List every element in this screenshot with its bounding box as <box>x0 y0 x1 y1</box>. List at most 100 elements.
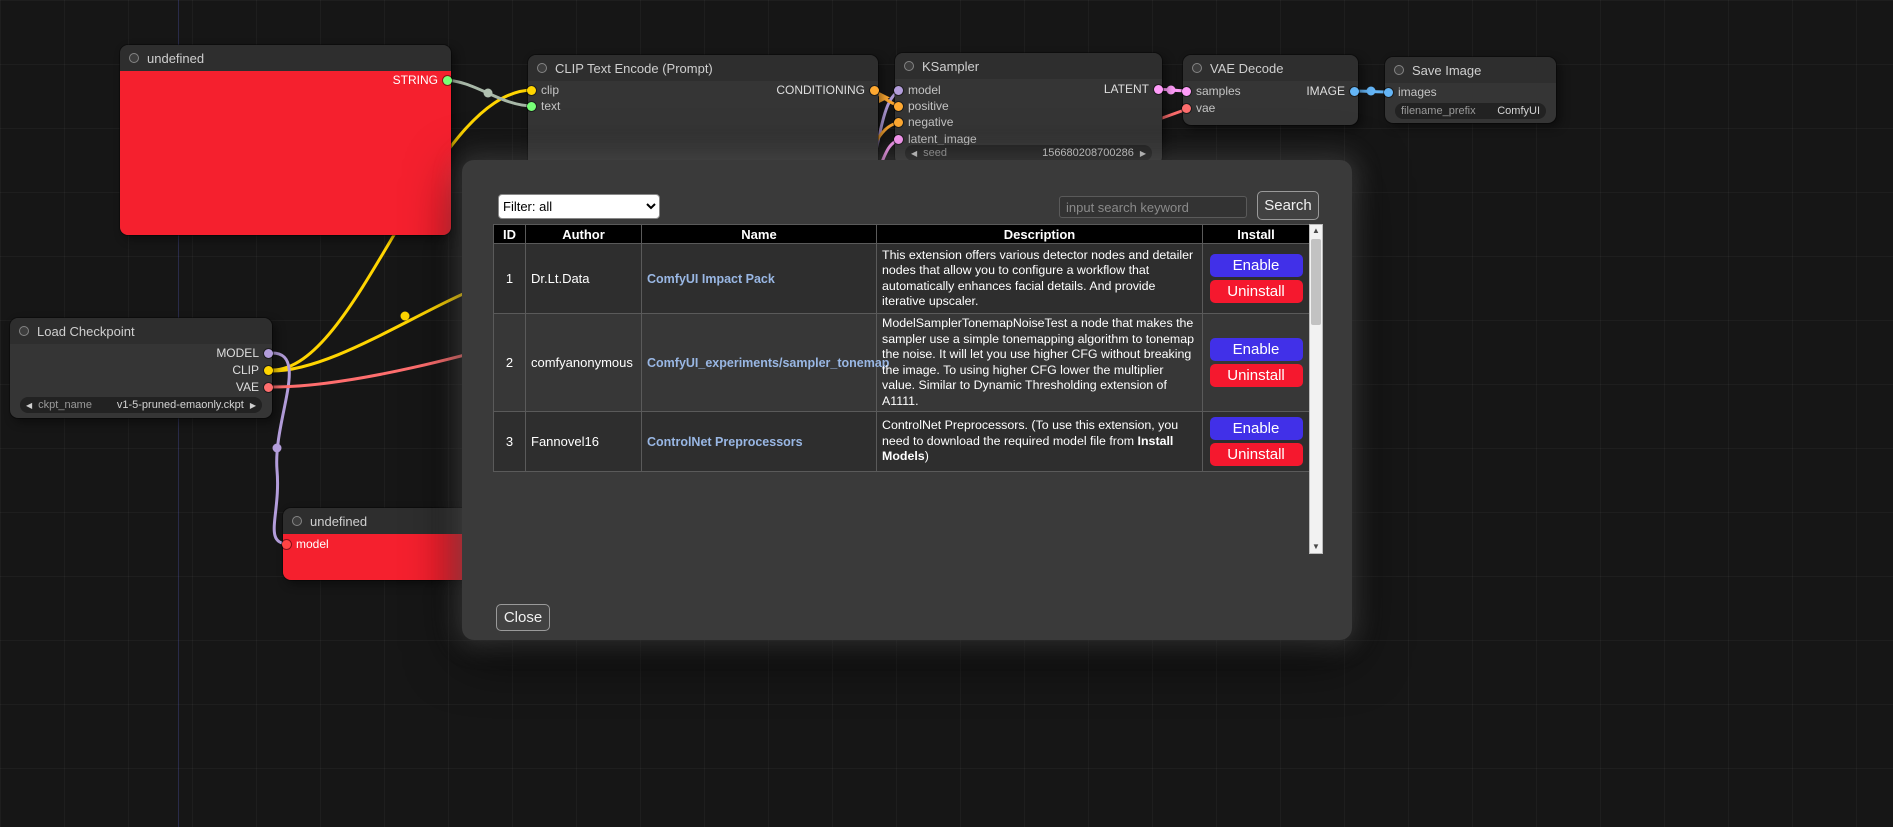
link-dot <box>1367 87 1376 96</box>
output-slot-string[interactable] <box>443 76 452 85</box>
output-label-vae: VAE <box>236 380 259 394</box>
header-description: Description <box>877 225 1203 244</box>
increment-arrow-icon[interactable]: ▶ <box>250 401 256 410</box>
cell-id: 1 <box>494 244 526 314</box>
input-slot-negative[interactable] <box>894 118 903 127</box>
input-slot-positive[interactable] <box>894 102 903 111</box>
node-collapse-dot[interactable] <box>1394 65 1404 75</box>
input-slot-clip[interactable] <box>527 86 536 95</box>
input-slot-images[interactable] <box>1384 88 1393 97</box>
node-title: CLIP Text Encode (Prompt) <box>555 61 713 76</box>
input-slot-text[interactable] <box>527 102 536 111</box>
input-label-text: text <box>541 99 560 113</box>
output-label-clip: CLIP <box>232 363 259 377</box>
node-collapse-dot[interactable] <box>292 516 302 526</box>
uninstall-button[interactable]: Uninstall <box>1210 443 1303 466</box>
input-slot-model[interactable] <box>894 86 903 95</box>
input-label-samples: samples <box>1196 84 1241 98</box>
widget-value: v1-5-pruned-emaonly.ckpt <box>117 399 244 411</box>
node-collapse-dot[interactable] <box>19 326 29 336</box>
scrollbar-thumb[interactable] <box>1311 239 1321 325</box>
extension-link[interactable]: ComfyUI_experiments/sampler_tonemap <box>647 356 889 370</box>
output-slot-clip[interactable] <box>264 366 273 375</box>
seed-widget[interactable]: ◀ seed 156680208700286 ▶ <box>905 145 1152 161</box>
extension-link[interactable]: ComfyUI Impact Pack <box>647 272 775 286</box>
search-input[interactable] <box>1059 196 1247 218</box>
scrollbar[interactable]: ▲ ▼ <box>1309 224 1323 554</box>
output-slot-model[interactable] <box>264 349 273 358</box>
extension-link[interactable]: ControlNet Preprocessors <box>647 435 803 449</box>
extensions-table: ID Author Name Description Install 1 Dr.… <box>493 224 1310 472</box>
node-title: Load Checkpoint <box>37 324 135 339</box>
link-dot <box>1167 86 1176 95</box>
node-title: undefined <box>310 514 367 529</box>
cell-author: Dr.Lt.Data <box>526 244 642 314</box>
input-slot-latent-image[interactable] <box>894 135 903 144</box>
scroll-up-icon[interactable]: ▲ <box>1310 225 1322 237</box>
input-label-positive: positive <box>908 99 949 113</box>
table-row: 1 Dr.Lt.Data ComfyUI Impact Pack This ex… <box>494 244 1310 314</box>
link-dot <box>273 444 282 453</box>
input-label-latent-image: latent_image <box>908 132 977 146</box>
scroll-down-icon[interactable]: ▼ <box>1310 541 1322 553</box>
output-label-image: IMAGE <box>1306 84 1345 98</box>
enable-button[interactable]: Enable <box>1210 254 1303 277</box>
input-label-model: model <box>296 537 329 551</box>
input-slot-samples[interactable] <box>1182 87 1191 96</box>
node-title: VAE Decode <box>1210 61 1283 76</box>
increment-arrow-icon[interactable]: ▶ <box>1140 149 1146 158</box>
close-button[interactable]: Close <box>496 604 550 631</box>
output-label-string: STRING <box>393 73 438 87</box>
input-slot-vae[interactable] <box>1182 104 1191 113</box>
widget-label: ckpt_name <box>38 399 92 411</box>
node-title: KSampler <box>922 59 979 74</box>
widget-value: ComfyUI <box>1497 105 1540 117</box>
output-slot-image[interactable] <box>1350 87 1359 96</box>
cell-description: ModelSamplerTonemapNoiseTest a node that… <box>877 314 1203 412</box>
output-slot-conditioning[interactable] <box>870 86 879 95</box>
cell-id: 3 <box>494 412 526 472</box>
widget-value: 156680208700286 <box>1042 147 1134 159</box>
node-ksampler[interactable]: KSampler model positive negative latent_… <box>895 53 1162 165</box>
cell-author: Fannovel16 <box>526 412 642 472</box>
link-arrow <box>879 92 890 103</box>
uninstall-button[interactable]: Uninstall <box>1210 280 1303 303</box>
output-label-model: MODEL <box>216 346 259 360</box>
custom-nodes-dialog: Filter: all Search ID Author Name Descri… <box>462 160 1352 640</box>
output-label-conditioning: CONDITIONING <box>776 83 865 97</box>
input-slot-model[interactable] <box>282 540 291 549</box>
node-collapse-dot[interactable] <box>904 61 914 71</box>
uninstall-button[interactable]: Uninstall <box>1210 364 1303 387</box>
node-undefined-top[interactable]: undefined STRING <box>120 45 451 235</box>
enable-button[interactable]: Enable <box>1210 417 1303 440</box>
search-button[interactable]: Search <box>1257 191 1319 220</box>
cell-author: comfyanonymous <box>526 314 642 412</box>
cell-description: This extension offers various detector n… <box>877 244 1203 314</box>
table-row: 3 Fannovel16 ControlNet Preprocessors Co… <box>494 412 1310 472</box>
cell-id: 2 <box>494 314 526 412</box>
node-vae-decode[interactable]: VAE Decode samples vae IMAGE <box>1183 55 1358 125</box>
table-row: 2 comfyanonymous ComfyUI_experiments/sam… <box>494 314 1310 412</box>
input-label-negative: negative <box>908 115 953 129</box>
input-label-images: images <box>1398 85 1437 99</box>
decrement-arrow-icon[interactable]: ◀ <box>26 401 32 410</box>
output-slot-latent[interactable] <box>1154 85 1163 94</box>
filename-prefix-widget[interactable]: filename_prefix ComfyUI <box>1395 103 1546 119</box>
ckpt-name-widget[interactable]: ◀ ckpt_name v1-5-pruned-emaonly.ckpt ▶ <box>20 397 262 413</box>
widget-label: filename_prefix <box>1401 105 1476 117</box>
header-name: Name <box>642 225 877 244</box>
enable-button[interactable]: Enable <box>1210 338 1303 361</box>
node-collapse-dot[interactable] <box>1192 63 1202 73</box>
decrement-arrow-icon[interactable]: ◀ <box>911 149 917 158</box>
output-slot-vae[interactable] <box>264 383 273 392</box>
node-collapse-dot[interactable] <box>537 63 547 73</box>
node-collapse-dot[interactable] <box>129 53 139 63</box>
node-save-image[interactable]: Save Image images filename_prefix ComfyU… <box>1385 57 1556 123</box>
wire-string <box>443 80 533 106</box>
header-id: ID <box>494 225 526 244</box>
node-title: undefined <box>147 51 204 66</box>
node-error-body <box>120 71 451 235</box>
filter-select[interactable]: Filter: all <box>498 194 660 219</box>
node-load-checkpoint[interactable]: Load Checkpoint MODEL CLIP VAE ◀ ckpt_na… <box>10 318 272 418</box>
widget-label: seed <box>923 147 947 159</box>
